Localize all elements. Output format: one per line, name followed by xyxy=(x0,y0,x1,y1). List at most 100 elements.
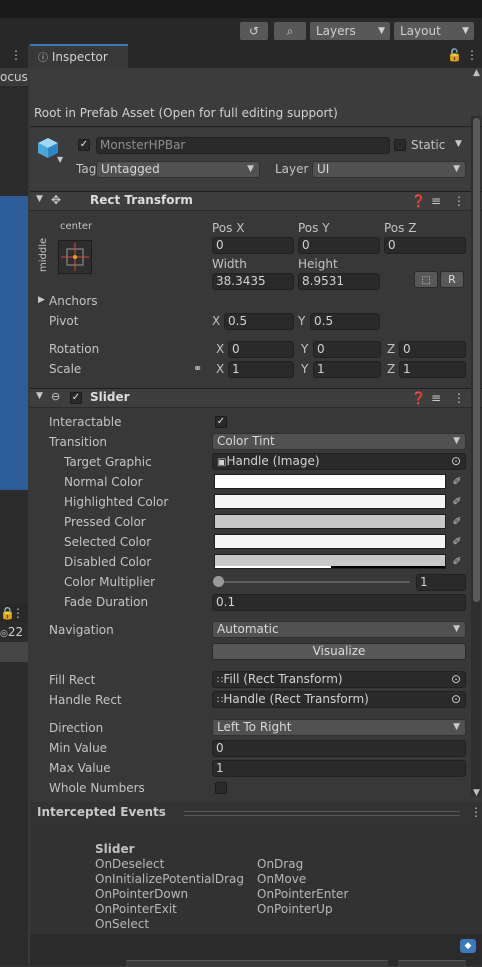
rot-z-field[interactable]: 0 xyxy=(399,341,466,358)
help-icon[interactable]: ❓ xyxy=(411,194,426,208)
eyedropper-icon[interactable]: ✐ xyxy=(450,474,464,489)
search-icon: ⌕ xyxy=(286,24,294,38)
more-icon[interactable]: ⋮ xyxy=(12,606,24,620)
highlighted-color-swatch[interactable] xyxy=(214,494,446,509)
tab-inspector[interactable]: ⓘ Inspector xyxy=(30,44,128,68)
left-panel-focus-label[interactable]: ocus xyxy=(0,68,28,86)
slider-header[interactable]: ▼ ⊖ ✓ Slider ❓ ≡ ⋮ xyxy=(30,388,482,408)
raw-edit-button[interactable]: R xyxy=(440,271,464,288)
static-checkbox[interactable] xyxy=(394,139,406,151)
foldout-arrow-icon[interactable]: ▼ xyxy=(36,194,43,204)
left-panel-count: ◎22 xyxy=(0,625,24,639)
slider-enabled-checkbox[interactable]: ✓ xyxy=(70,392,82,404)
chevron-down-icon: ▼ xyxy=(462,26,469,36)
anchors-label[interactable]: Anchors xyxy=(49,294,98,308)
color-multiplier-track[interactable] xyxy=(218,581,410,583)
transition-dropdown[interactable]: Color Tint ▼ xyxy=(212,433,466,450)
width-field[interactable]: 38.3435 xyxy=(212,273,294,290)
preset-icon[interactable]: ≡ xyxy=(431,194,441,208)
navigation-dropdown[interactable]: Automatic ▼ xyxy=(212,621,466,638)
scale-z-label: Z xyxy=(387,362,396,376)
unlink-icon[interactable]: ⚭ xyxy=(193,362,202,375)
scale-x-field[interactable]: 1 xyxy=(228,361,294,378)
scale-z-field[interactable]: 1 xyxy=(399,361,466,378)
scene-view-blue xyxy=(0,196,28,490)
tag-dropdown[interactable]: Untagged ▼ xyxy=(96,161,260,178)
selected-color-swatch[interactable] xyxy=(214,534,446,549)
layer-dropdown[interactable]: UI ▼ xyxy=(312,161,466,178)
rot-y-field[interactable]: 0 xyxy=(313,341,381,358)
posx-field[interactable]: 0 xyxy=(212,237,294,254)
chevron-down-icon[interactable]: ▼ xyxy=(455,139,462,149)
more-icon[interactable]: ⋮ xyxy=(470,805,482,819)
blueprint-mode-button[interactable]: ⬚ xyxy=(414,271,438,288)
lock-icon[interactable]: 🔓 xyxy=(447,48,462,62)
posz-field[interactable]: 0 xyxy=(384,237,466,254)
object-name-field[interactable]: MonsterHPBar xyxy=(96,137,390,154)
interactable-label: Interactable xyxy=(49,415,122,429)
handle-rect-field[interactable]: ∷Handle (Rect Transform) ⊙ xyxy=(212,691,466,708)
inspector-scrollbar-thumb[interactable] xyxy=(473,118,480,602)
info-icon: ⓘ xyxy=(38,53,48,64)
preset-icon[interactable]: ≡ xyxy=(431,391,441,405)
intercepted-events-header[interactable]: Intercepted Events ⋮ xyxy=(30,802,482,823)
event-item: OnDeselect xyxy=(95,857,165,871)
scroll-up-icon[interactable]: ▲ xyxy=(473,68,480,78)
more-icon[interactable]: ⋮ xyxy=(466,48,478,62)
eye-icon: ◎ xyxy=(0,629,8,639)
object-picker-icon[interactable]: ⊙ xyxy=(451,672,461,687)
target-graphic-field[interactable]: ▣Handle (Image) ⊙ xyxy=(212,453,466,470)
object-picker-icon[interactable]: ⊙ xyxy=(451,454,461,469)
rect-transform-header[interactable]: ▼ ✥ Rect Transform ❓ ≡ ⋮ xyxy=(30,191,482,211)
visualize-button[interactable]: Visualize xyxy=(212,643,466,660)
layers-dropdown[interactable]: Layers ▼ xyxy=(310,22,390,40)
disabled-color-swatch[interactable] xyxy=(214,554,446,569)
eyedropper-icon[interactable]: ✐ xyxy=(450,514,464,529)
pressed-color-swatch[interactable] xyxy=(214,514,446,529)
more-icon[interactable]: ⋮ xyxy=(453,194,465,208)
scale-label: Scale xyxy=(49,362,82,376)
width-label: Width xyxy=(212,257,247,271)
pivot-y-field[interactable]: 0.5 xyxy=(310,313,380,330)
object-picker-icon[interactable]: ⊙ xyxy=(451,692,461,707)
pivot-x-field[interactable]: 0.5 xyxy=(224,313,294,330)
color-multiplier-field[interactable]: 1 xyxy=(416,574,466,591)
anchor-preset-button[interactable] xyxy=(58,240,92,274)
chevron-down-icon: ▼ xyxy=(378,26,385,36)
scroll-down-icon[interactable]: ▼ xyxy=(473,788,480,798)
layout-dropdown[interactable]: Layout ▼ xyxy=(394,22,474,40)
fade-duration-field[interactable]: 0.1 xyxy=(212,594,466,611)
event-item: OnPointerEnter xyxy=(257,887,349,901)
left-panel-tab-2: 🔒 ⋮ xyxy=(0,604,28,622)
active-checkbox[interactable]: ✓ xyxy=(78,139,90,151)
eyedropper-icon[interactable]: ✐ xyxy=(450,554,464,569)
foldout-arrow-icon[interactable]: ▶ xyxy=(38,295,45,305)
eyedropper-icon[interactable]: ✐ xyxy=(450,494,464,509)
normal-color-swatch[interactable] xyxy=(214,474,446,489)
left-panel-tab: ⋮ xyxy=(0,44,28,68)
height-field[interactable]: 8.9531 xyxy=(298,273,380,290)
max-value-label: Max Value xyxy=(49,761,111,775)
chevron-down-icon[interactable]: ▼ xyxy=(57,155,63,164)
foldout-arrow-icon[interactable]: ▼ xyxy=(36,391,43,401)
scale-y-field[interactable]: 1 xyxy=(313,361,381,378)
help-icon[interactable]: ❓ xyxy=(411,391,426,405)
scale-x-label: X xyxy=(216,362,225,376)
posy-field[interactable]: 0 xyxy=(298,237,380,254)
direction-dropdown[interactable]: Left To Right ▼ xyxy=(212,719,466,736)
eyedropper-icon[interactable]: ✐ xyxy=(450,534,464,549)
min-value-field[interactable]: 0 xyxy=(212,740,466,757)
history-button[interactable]: ↺ xyxy=(240,22,268,40)
interactable-checkbox[interactable]: ✓ xyxy=(215,416,227,428)
search-button[interactable]: ⌕ xyxy=(274,22,306,40)
color-multiplier-handle[interactable] xyxy=(213,576,224,587)
asset-label-icon[interactable]: ◆ xyxy=(460,939,476,953)
event-item: OnSelect xyxy=(95,917,150,931)
max-value-field[interactable]: 1 xyxy=(212,760,466,777)
fill-rect-field[interactable]: ∷Fill (Rect Transform) ⊙ xyxy=(212,671,466,688)
rot-x-field[interactable]: 0 xyxy=(228,341,294,358)
rot-z-label: Z xyxy=(387,342,396,356)
whole-numbers-checkbox[interactable] xyxy=(215,782,227,794)
more-icon[interactable]: ⋮ xyxy=(10,48,22,62)
more-icon[interactable]: ⋮ xyxy=(453,391,465,405)
